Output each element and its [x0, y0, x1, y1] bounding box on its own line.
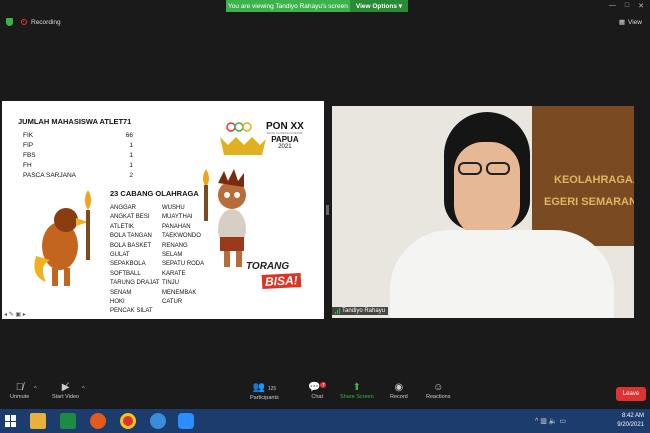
sign-text-2: EGERI SEMARANG — [544, 196, 634, 208]
faculty-row: FBS 1 — [23, 152, 133, 159]
grid-icon: ▦ — [618, 19, 626, 26]
chevron-up-icon[interactable]: ^ — [535, 418, 538, 425]
chrome-profile-icon[interactable] — [150, 413, 166, 429]
screen-share-banner: You are viewing Tandiyo Rahayu's screen … — [226, 0, 408, 12]
volume-icon[interactable]: 🔈 — [549, 418, 558, 425]
view-label: View — [628, 18, 642, 26]
reactions-button[interactable]: ☺ Reactions — [426, 382, 450, 400]
mascot-bird-illustration — [34, 190, 91, 286]
zoom-icon[interactable] — [178, 413, 194, 429]
sport-item: ATLETIK — [110, 223, 134, 230]
excel-icon[interactable] — [60, 413, 76, 429]
windows-start-icon[interactable] — [5, 415, 17, 427]
share-screen-button[interactable]: ⬆ Share Screen — [340, 382, 374, 400]
taskbar-clock[interactable]: 8:42 AM 9/20/2021 — [617, 412, 644, 430]
bisa-text: BISA! — [261, 272, 302, 290]
sports-list-left: ANGGAR ANGKAT BESI ATLETIK BOLA TANGAN BOLA … — [110, 204, 159, 317]
clock-time: 8:42 AM — [621, 413, 644, 419]
faculty-row: FIK 66 — [23, 132, 133, 139]
sport-item: SOFTBALL — [110, 270, 141, 277]
prev-arrow-icon[interactable]: ◂ — [4, 312, 7, 318]
sport-item: PENCAK SILAT — [110, 308, 153, 315]
slide-total: 71 — [123, 117, 132, 126]
status-row: Recording — [6, 18, 61, 26]
sport-item: HOKI — [110, 299, 125, 306]
battery-icon[interactable]: ▭ — [560, 418, 567, 425]
sign-text-1: KEOLAHRAGAAN — [554, 174, 634, 186]
sport-item: BOLA TANGAN — [110, 233, 152, 240]
recording-icon — [21, 19, 27, 25]
sport-item: SENAM — [110, 289, 132, 296]
pen-icon[interactable]: ✎ — [9, 312, 14, 318]
system-tray[interactable]: ^ ▥ 🔈 ▭ — [535, 417, 566, 425]
record-icon: ◉ — [394, 382, 404, 393]
recording-label: Recording — [31, 18, 61, 26]
camera-off-icon: ▶̸ — [61, 382, 70, 393]
participant-name-tag: Tandiyo Rahayu — [332, 307, 389, 315]
sport-item: TINJU — [162, 280, 179, 287]
start-video-button[interactable]: ▶̸ Start Video — [52, 382, 79, 400]
next-arrow-icon[interactable]: ▸ — [23, 312, 26, 318]
reactions-icon: ☺ — [433, 382, 444, 393]
pon-place: PAPUA — [271, 135, 299, 144]
participants-button[interactable]: 👥 125 Participants — [250, 382, 279, 401]
windows-taskbar: ^ ▥ 🔈 ▭ 8:42 AM 9/20/2021 — [0, 409, 650, 433]
sport-item: SEPAKBOLA — [110, 261, 146, 268]
share-screen-icon: ⬆ — [352, 382, 362, 393]
participant-name: Tandiyo Rahayu — [342, 308, 386, 314]
pon-logo-icon — [220, 122, 266, 155]
shield-icon[interactable] — [6, 18, 13, 26]
people-icon: 👥 — [252, 382, 266, 393]
view-button[interactable]: ▦ View — [618, 18, 642, 27]
window-controls: — □ ✕ — [609, 2, 644, 10]
faculty-row: PASCA SARJANA 2 — [23, 172, 133, 179]
banner-message: You are viewing Tandiyo Rahayu's screen — [228, 2, 348, 10]
pon-title-block: PON XX PEKAN OLAHRAGA NASIONAL PAPUA 202… — [266, 121, 304, 150]
minimize-icon[interactable]: — — [609, 2, 616, 10]
shared-slide: JUMLAH MAHASISWA ATLET 71 FIK 66 FIP 1 FBS… — [2, 101, 324, 319]
sport-item: BOLA BASKET — [110, 242, 152, 249]
chat-icon: 💬 — [308, 382, 321, 393]
pon-year: 2021 — [278, 144, 292, 150]
split-view-handle[interactable] — [326, 205, 329, 215]
view-options-button[interactable]: View Options ▾ — [349, 0, 408, 12]
chat-badge: 7 — [320, 382, 327, 388]
slide-title: JUMLAH MAHASISWA ATLET — [18, 117, 124, 126]
audio-options-chevron-icon[interactable]: ^ — [34, 386, 37, 392]
participants-count: 125 — [267, 386, 277, 392]
record-button[interactable]: ◉ Record — [390, 382, 408, 400]
firefox-icon[interactable] — [90, 413, 106, 429]
slide-tools[interactable]: ◂ ✎ ▣ ▸ — [4, 311, 26, 318]
leave-button[interactable]: Leave — [616, 387, 646, 401]
participant-video: KEOLAHRAGAAN EGERI SEMARANG — [332, 106, 634, 318]
torang-bisa-logo: TORANG BISA! — [246, 261, 312, 297]
sport-item: MENEMBAK — [162, 289, 197, 296]
unmute-button[interactable]: 🎙̸ Unmute — [10, 382, 29, 400]
sport-item: ANGKAT BESI — [110, 214, 150, 221]
participant-face — [454, 142, 520, 238]
mic-muted-icon: 🎙̸ — [15, 382, 24, 393]
chrome-icon[interactable] — [120, 413, 136, 429]
sports-heading: 23 CABANG OLAHRAGA — [110, 189, 199, 198]
maximize-icon[interactable]: □ — [625, 2, 629, 10]
chat-button[interactable]: 💬 7 Chat — [308, 382, 327, 400]
torang-text: TORANG — [246, 261, 290, 272]
faculty-row: FIP 1 — [23, 142, 133, 149]
sport-item: GULAT — [110, 252, 130, 259]
meeting-toolbar: 🎙̸ Unmute ^ ▶̸ Start Video ^ 👥 125 Parti… — [0, 378, 650, 408]
pon-title: PON XX — [266, 121, 304, 132]
faculty-list: FIK 66 FIP 1 FBS 1 FH 1 PASCA SARJANA 2 — [23, 131, 133, 181]
sport-item: TARUNG DRAJAT — [110, 280, 160, 287]
video-options-chevron-icon[interactable]: ^ — [82, 386, 85, 392]
file-explorer-icon[interactable] — [30, 413, 46, 429]
close-icon[interactable]: ✕ — [638, 2, 644, 10]
sport-item: ANGGAR — [110, 205, 137, 211]
clock-date: 9/20/2021 — [617, 422, 644, 428]
sport-item: CATUR — [162, 299, 183, 306]
faculty-row: FH 1 — [23, 162, 133, 169]
network-icon[interactable]: ▥ — [540, 418, 547, 425]
slides-icon[interactable]: ▣ — [15, 312, 21, 318]
signal-icon — [335, 308, 340, 314]
